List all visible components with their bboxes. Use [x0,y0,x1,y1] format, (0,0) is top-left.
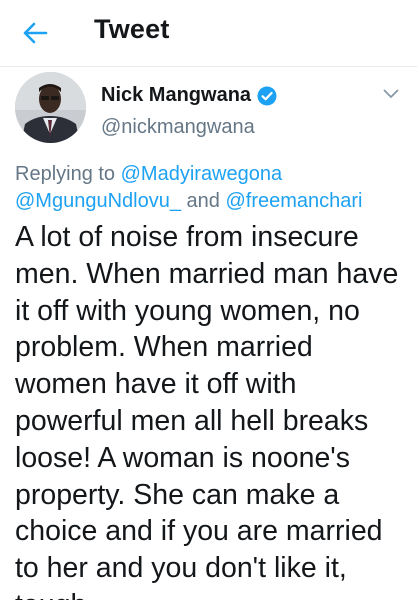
page-title: Tweet [94,14,170,44]
author-name-row[interactable]: Nick Mangwana [101,84,277,107]
replying-to-line-2: @MgunguNdlovu_ and @freemanchari [15,190,405,213]
author-display-name[interactable]: Nick Mangwana [101,84,251,107]
tweet-text-line: it off with young women, no [15,294,360,327]
author-handle[interactable]: @nickmangwana [101,116,255,139]
tweet-text-line: problem. When married [15,331,313,364]
replying-to-connector: and [180,190,226,212]
avatar[interactable] [15,72,86,143]
tweet-text-line: to her and you don't like it, [15,552,347,585]
mention-link[interactable]: @Madyirawegona [121,163,283,185]
tweet-text: A lot of noise from insecure men. When m… [15,219,407,600]
tweet-text-line: choice and if you are married [15,515,383,548]
tweet-text-line: property. She can make a [15,478,340,511]
profile-photo [15,72,86,143]
tweet-text-line: women have it off with [15,368,297,401]
arrow-left-icon [23,22,48,44]
tweet-text-line: powerful men all hell breaks [15,404,369,437]
tweet-text-line: A lot of noise from insecure [15,221,359,253]
replying-to-label: Replying to [15,163,121,185]
mention-link[interactable]: @freemanchari [225,190,362,212]
tweet-text-line: men. When married man have [15,257,399,290]
top-bar: Tweet [0,0,417,67]
tweet-text-line: loose! A woman is noone's [15,441,350,474]
replying-to-line-1: Replying to @Madyirawegona [15,163,405,186]
back-button[interactable] [18,16,52,50]
mention-link[interactable]: @MgunguNdlovu_ [15,190,181,212]
chevron-down-icon [383,89,399,98]
tweet-text-line: tough. [15,587,407,600]
verified-badge-icon [257,86,277,106]
tweet-menu-button[interactable] [379,82,403,106]
